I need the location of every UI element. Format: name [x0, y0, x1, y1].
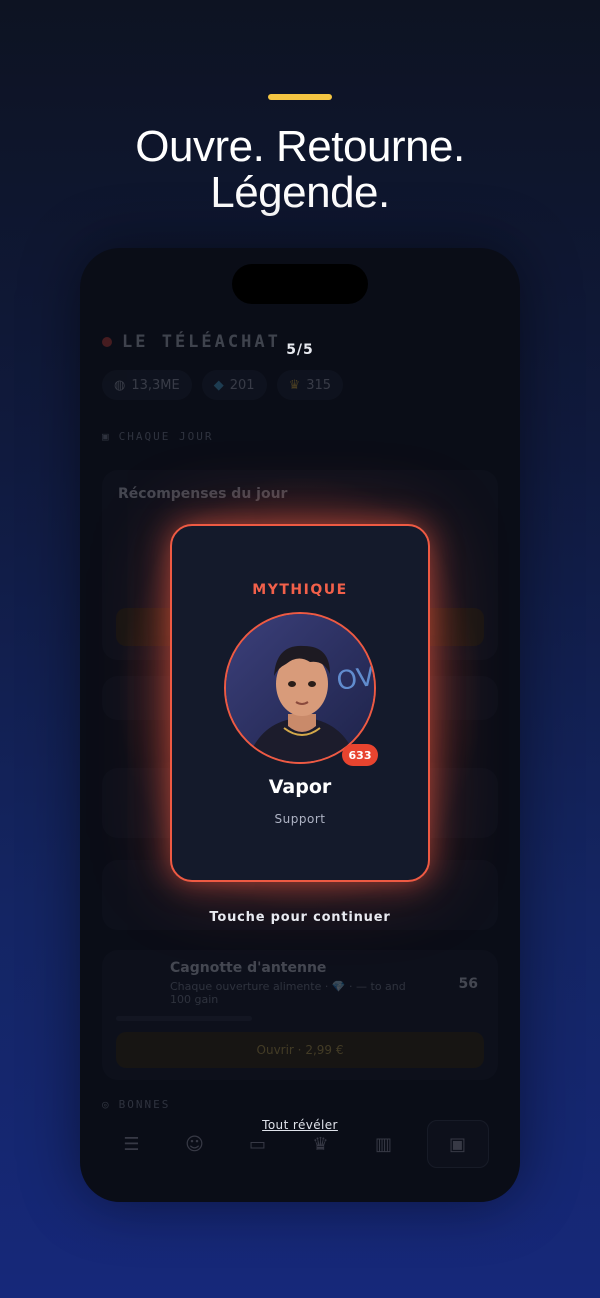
phone-frame: LE TÉLÉACHAT ◍ 13,3ME ◆ 201 ♛ 315 ▣ CHAQ…: [80, 248, 520, 1202]
headline-line-2: Légende.: [210, 168, 390, 217]
trophy-icon: ♛: [288, 377, 301, 393]
accent-bar: [268, 94, 332, 100]
diamond-icon: ◆: [213, 377, 224, 393]
svg-text:OV: OV: [335, 662, 376, 697]
stat-trophies-value: 315: [306, 377, 332, 393]
pot-card-title: Cagnotte d'antenne: [170, 960, 327, 976]
pot-card[interactable]: Cagnotte d'antenne Chaque ouverture alim…: [102, 950, 498, 1080]
pot-progress-bar: [116, 1016, 252, 1021]
stat-coins-value: 13,3ME: [131, 377, 180, 393]
bonus-section-label: ◎ BONNES: [102, 1098, 171, 1111]
reveal-all-link[interactable]: Tout révéler: [80, 1118, 520, 1132]
daily-section-label: ▣ CHAQUE JOUR: [102, 430, 214, 443]
tap-to-continue[interactable]: Touche pour continuer: [80, 910, 520, 925]
rarity-label: MYTHIQUE: [252, 582, 348, 598]
pot-card-gems: 56: [458, 976, 478, 992]
headline: Ouvre. Retourne. Légende.: [0, 124, 600, 216]
reveal-counter: 5/5: [286, 342, 314, 358]
pot-open-button[interactable]: Ouvrir · 2,99 €: [116, 1032, 484, 1068]
gift-icon: ◎: [102, 1098, 111, 1111]
character-portrait-icon: OV: [226, 614, 376, 762]
stat-trophies[interactable]: ♛ 315: [276, 370, 344, 400]
phone-notch: [232, 264, 368, 304]
character-name: Vapor: [268, 776, 332, 798]
character-avatar: OV: [224, 612, 376, 764]
calendar-icon: ▣: [102, 430, 111, 443]
revealed-card[interactable]: MYTHIQUE OV 633 Vapor Support: [170, 524, 430, 882]
headline-line-1: Ouvre. Retourne.: [135, 122, 465, 171]
stats-row: ◍ 13,3ME ◆ 201 ♛ 315: [102, 370, 344, 400]
coins-icon: ◍: [114, 377, 126, 393]
stat-diamonds[interactable]: ◆ 201: [201, 370, 267, 400]
character-role: Support: [274, 812, 326, 826]
pot-card-subtitle: Chaque ouverture alimente · 💎 · — to and…: [170, 980, 406, 1006]
stat-coins[interactable]: ◍ 13,3ME: [102, 370, 192, 400]
stat-diamonds-value: 201: [229, 377, 255, 393]
level-badge: 633: [342, 744, 378, 766]
